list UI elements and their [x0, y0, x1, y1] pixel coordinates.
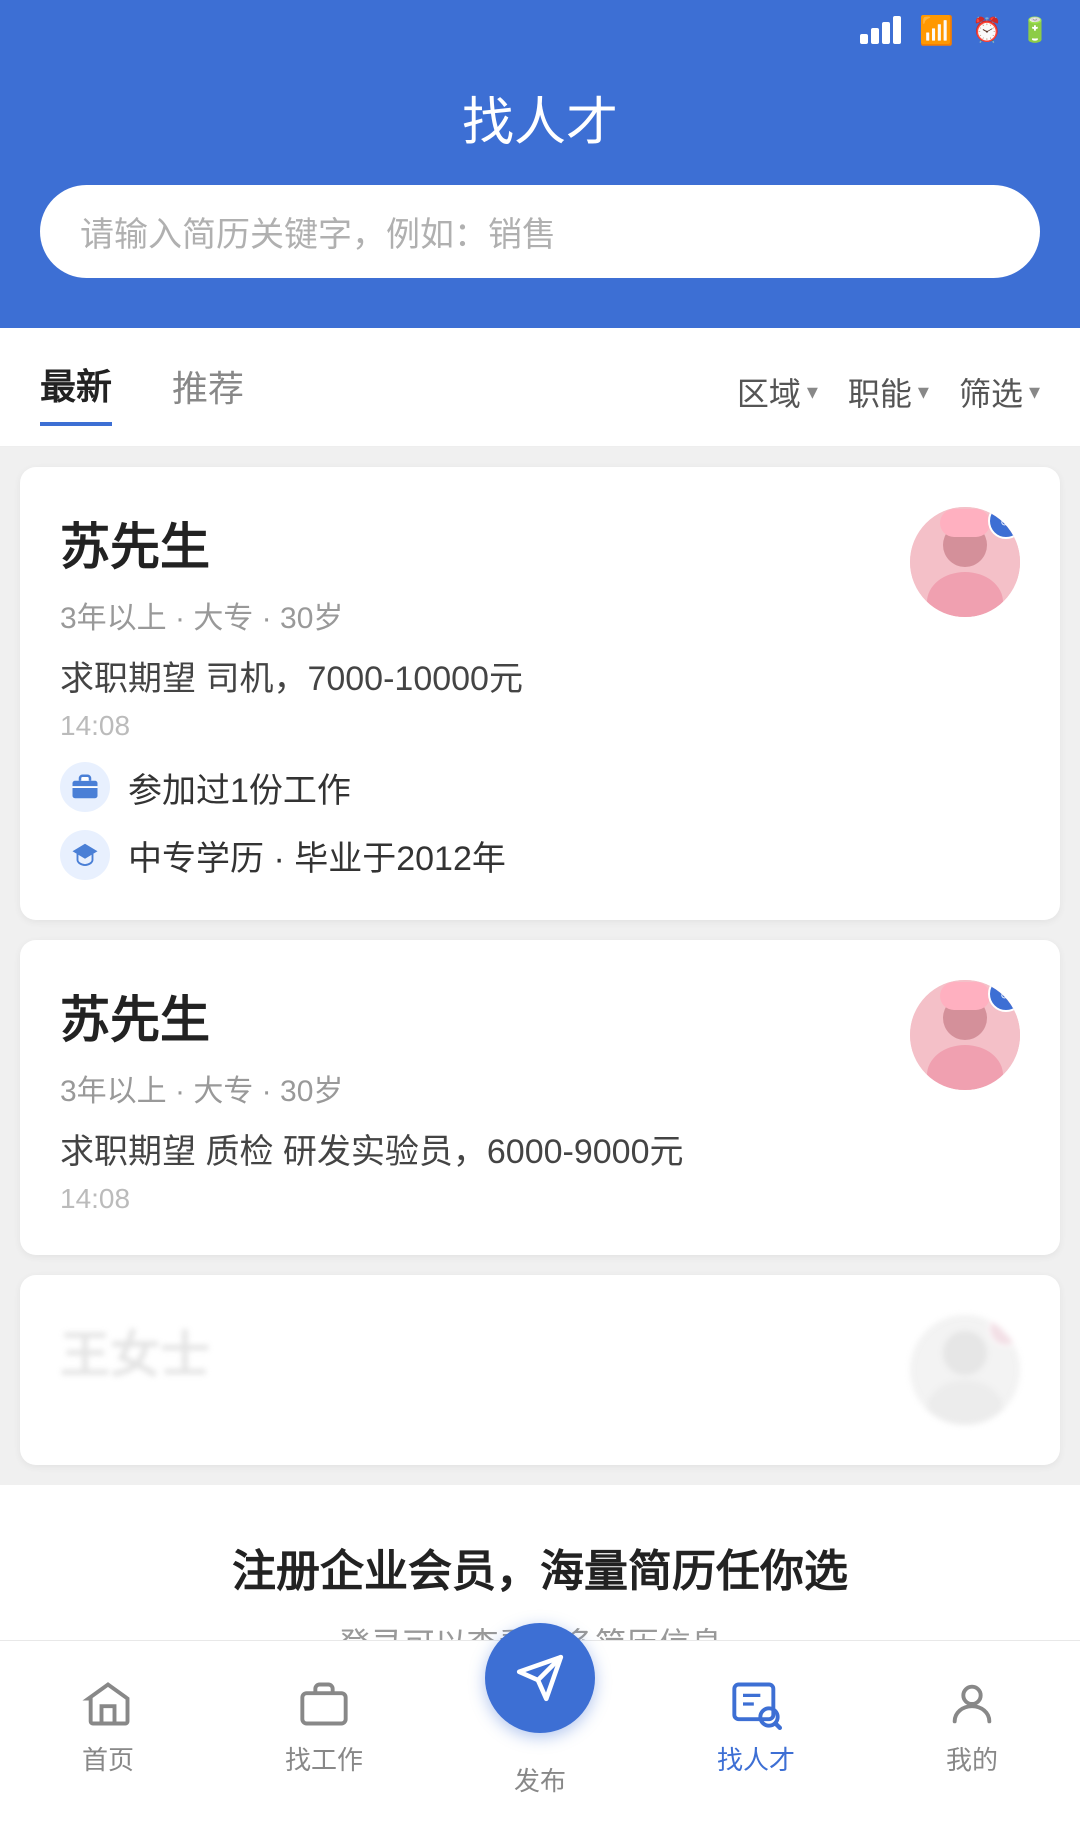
gender-badge-3: ♀ [988, 1315, 1020, 1347]
filter-screen[interactable]: 筛选 ▾ [959, 369, 1040, 415]
locked-card-content: 王女士 ♀ [60, 1315, 1020, 1425]
card-header-1: 苏先生 3年以上 · 大专 · 30岁 求职期望 司机，7000-10000元 … [60, 507, 1020, 742]
candidate-expectation-2: 求职期望 质检 研发实验员，6000-9000元 [60, 1124, 684, 1173]
filter-group: 区域 ▾ 职能 ▾ 筛选 ▾ [737, 369, 1040, 415]
nav-profile-label: 我的 [946, 1740, 998, 1777]
login-prompt-title: 注册企业会员，海量简历任你选 [40, 1535, 1040, 1599]
candidate-info-1: 苏先生 3年以上 · 大专 · 30岁 求职期望 司机，7000-10000元 … [60, 507, 523, 742]
candidate-timestamp-1: 14:08 [60, 710, 523, 742]
find-talent-icon [730, 1678, 782, 1730]
candidate-timestamp-2: 14:08 [60, 1183, 684, 1215]
candidate-info-2: 苏先生 3年以上 · 大专 · 30岁 求职期望 质检 研发实验员，6000-9… [60, 980, 684, 1215]
search-placeholder: 请输入简历关键字，例如：销售 [80, 207, 556, 256]
home-icon [82, 1678, 134, 1730]
tab-recommended[interactable]: 推荐 [172, 360, 244, 424]
nav-publish-label: 发布 [514, 1761, 566, 1798]
nav-find-talent[interactable]: 找人才 [648, 1664, 864, 1777]
candidate-name-3: 王女士 [60, 1315, 210, 1387]
candidate-meta-1: 3年以上 · 大专 · 30岁 [60, 593, 523, 637]
candidate-name-2: 苏先生 [60, 980, 684, 1052]
publish-button[interactable] [485, 1623, 595, 1733]
briefcase-icon [60, 762, 110, 812]
chevron-down-icon: ▾ [807, 379, 818, 405]
status-bar: 📶 ⏰ 🔋 [0, 0, 1080, 60]
nav-home[interactable]: 首页 [0, 1664, 216, 1777]
nav-find-talent-label: 找人才 [717, 1740, 795, 1777]
signal-icon [860, 16, 901, 44]
candidate-card-2[interactable]: 苏先生 3年以上 · 大专 · 30岁 求职期望 质检 研发实验员，6000-9… [20, 940, 1060, 1255]
gender-badge-2: ♂ [988, 980, 1020, 1012]
page-title: 找人才 [40, 80, 1040, 155]
candidate-expectation-1: 求职期望 司机，7000-10000元 [60, 651, 523, 700]
wifi-icon: 📶 [919, 14, 954, 47]
candidate-meta-2: 3年以上 · 大专 · 30岁 [60, 1066, 684, 1110]
chevron-down-icon: ▾ [1029, 379, 1040, 405]
candidate-info-3: 王女士 [60, 1315, 210, 1387]
work-experience-text-1: 参加过1份工作 [128, 763, 351, 812]
nav-publish[interactable]: 发布 [432, 1643, 648, 1798]
bottom-nav: 首页 找工作 发布 找人才 我的 [0, 1640, 1080, 1800]
send-icon [515, 1653, 565, 1703]
avatar-2: ♂ [910, 980, 1020, 1090]
avatar-3: ♀ [910, 1315, 1020, 1425]
candidate-card-1[interactable]: 苏先生 3年以上 · 大专 · 30岁 求职期望 司机，7000-10000元 … [20, 467, 1060, 920]
nav-home-label: 首页 [82, 1740, 134, 1777]
education-text-1: 中专学历 · 毕业于2012年 [128, 831, 506, 880]
education-row: 中专学历 · 毕业于2012年 [60, 830, 1020, 880]
work-experience-row: 参加过1份工作 [60, 762, 1020, 812]
tab-latest[interactable]: 最新 [40, 358, 112, 426]
search-bar[interactable]: 请输入简历关键字，例如：销售 [40, 185, 1040, 278]
card-header-3: 王女士 ♀ [60, 1315, 1020, 1425]
nav-find-job-label: 找工作 [285, 1740, 363, 1777]
graduation-icon [60, 830, 110, 880]
chevron-down-icon: ▾ [918, 379, 929, 405]
gender-badge-1: ♂ [988, 507, 1020, 539]
card-header-2: 苏先生 3年以上 · 大专 · 30岁 求职期望 质检 研发实验员，6000-9… [60, 980, 1020, 1215]
nav-find-job[interactable]: 找工作 [216, 1664, 432, 1777]
profile-icon [946, 1678, 998, 1730]
battery-icon: 🔋 [1020, 16, 1050, 45]
candidate-card-3-locked: 王女士 ♀ [20, 1275, 1060, 1465]
candidate-name-1: 苏先生 [60, 507, 523, 579]
avatar-1: ♂ [910, 507, 1020, 617]
header: 找人才 请输入简历关键字，例如：销售 [0, 60, 1080, 328]
card-detail-1: 参加过1份工作 中专学历 · 毕业于2012年 [60, 762, 1020, 880]
filter-function[interactable]: 职能 ▾ [848, 369, 929, 415]
briefcase-nav-icon [298, 1678, 350, 1730]
alarm-icon: ⏰ [972, 16, 1002, 45]
candidate-list: 苏先生 3年以上 · 大专 · 30岁 求职期望 司机，7000-10000元 … [0, 447, 1080, 1485]
filter-region[interactable]: 区域 ▾ [737, 369, 818, 415]
tab-row: 最新 推荐 区域 ▾ 职能 ▾ 筛选 ▾ [0, 328, 1080, 447]
nav-profile[interactable]: 我的 [864, 1664, 1080, 1777]
